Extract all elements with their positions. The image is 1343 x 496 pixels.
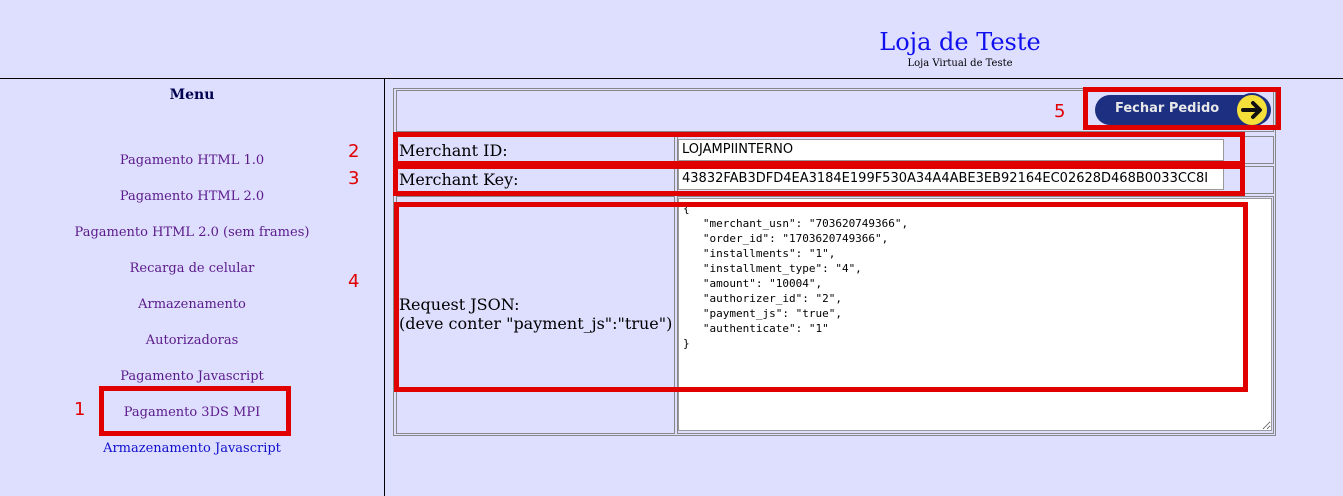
page-subtitle: Loja Virtual de Teste (907, 58, 1013, 69)
menu-link-armazenamento-javascript[interactable]: Armazenamento Javascript (0, 441, 384, 456)
annotation-box-3 (393, 164, 1245, 196)
sidebar-divider (384, 79, 385, 496)
annotation-number-3: 3 (348, 168, 360, 189)
annotation-number-5: 5 (1054, 101, 1066, 122)
annotation-box-5 (1083, 87, 1281, 130)
annotation-box-4 (394, 202, 1248, 392)
menu-link-armazenamento[interactable]: Armazenamento (0, 297, 384, 312)
menu-link-recarga-de-celular[interactable]: Recarga de celular (0, 261, 384, 276)
annotation-number-4: 4 (348, 271, 360, 292)
menu-link-pagamento-html-1[interactable]: Pagamento HTML 1.0 (0, 153, 384, 168)
annotation-number-2: 2 (348, 141, 360, 162)
annotation-box-2 (393, 132, 1245, 166)
page-title: Loja de Teste (879, 28, 1041, 56)
menu-title: Menu (169, 87, 215, 103)
menu-link-pagamento-javascript[interactable]: Pagamento Javascript (0, 369, 384, 384)
menu-link-autorizadoras[interactable]: Autorizadoras (0, 333, 384, 348)
annotation-box-1 (99, 386, 291, 436)
annotation-number-1: 1 (74, 399, 86, 420)
menu-link-pagamento-html-2[interactable]: Pagamento HTML 2.0 (0, 189, 384, 204)
menu-link-pagamento-html-2-sem-frames[interactable]: Pagamento HTML 2.0 (sem frames) (0, 225, 384, 240)
page-header: Loja de Teste Loja Virtual de Teste (0, 0, 1343, 78)
